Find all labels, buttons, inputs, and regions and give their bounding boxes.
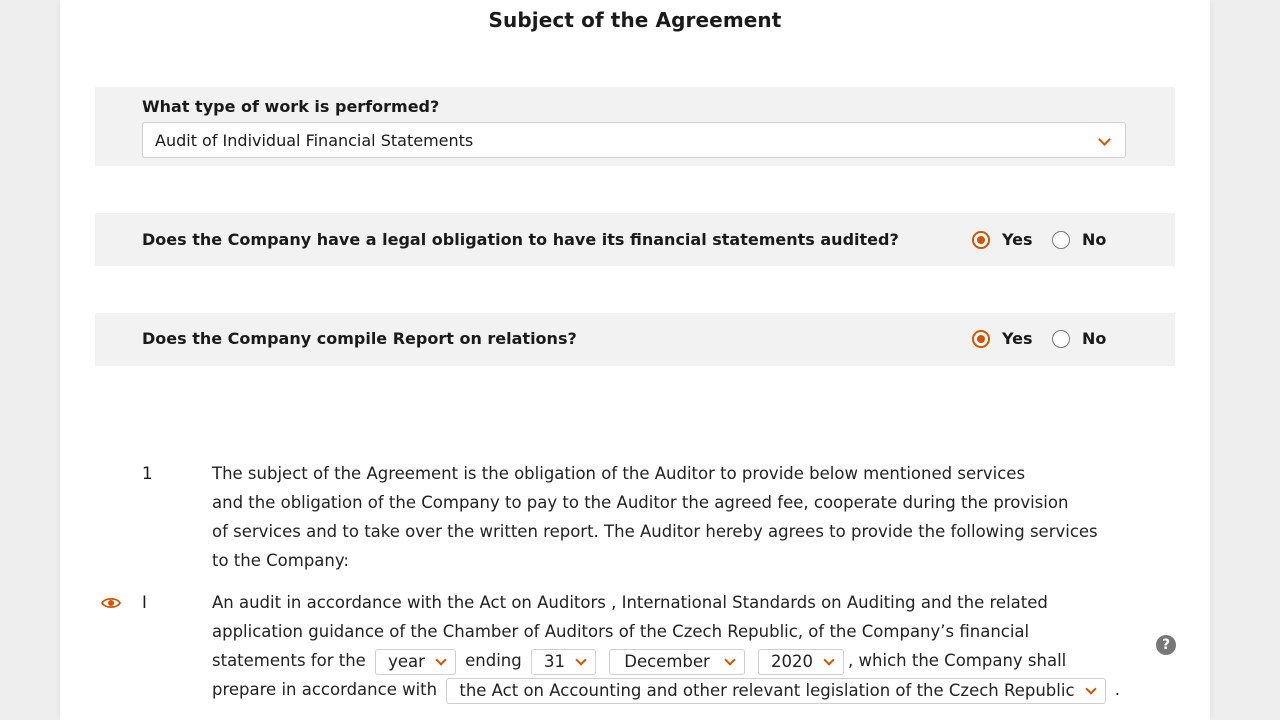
clause-1-line: to the Company:: [212, 551, 349, 570]
report-relations-yes-radio[interactable]: [972, 330, 990, 348]
month-value: December: [624, 651, 710, 671]
work-type-label: What type of work is performed?: [142, 97, 440, 116]
legal-obligation-no-radio[interactable]: [1052, 231, 1070, 249]
company-shall-text: , which the Company shall: [848, 651, 1067, 670]
clause-number: I: [142, 593, 147, 612]
legal-obligation-panel: Does the Company have a legal obligation…: [95, 213, 1175, 266]
clause-i-line: statements for the year ending 31 Decemb…: [212, 646, 1132, 675]
report-relations-no-label[interactable]: No: [1082, 329, 1106, 348]
legal-obligation-yes-radio[interactable]: [972, 231, 990, 249]
prepare-in-accordance-text: prepare in accordance with: [212, 680, 438, 699]
clause-i-line: An audit in accordance with the Act on A…: [212, 593, 1048, 612]
clause-i-line: application guidance of the Chamber of A…: [212, 622, 1030, 641]
chevron-down-icon: [724, 653, 736, 666]
help-icon[interactable]: ?: [1156, 635, 1176, 655]
chevron-down-icon: [1098, 133, 1111, 146]
day-value: 31: [543, 651, 565, 671]
year-select[interactable]: 2020: [758, 648, 845, 675]
legal-obligation-yes-label[interactable]: Yes: [1002, 230, 1033, 249]
clause-1-line: of services and to take over the written…: [212, 522, 1098, 541]
report-relations-panel: Does the Company compile Report on relat…: [95, 313, 1175, 366]
agreement-page: Subject of the Agreement What type of wo…: [60, 0, 1210, 720]
work-type-value: Audit of Individual Financial Statements: [155, 131, 474, 150]
clause-i-line: prepare in accordance with the Act on Ac…: [212, 675, 1132, 704]
chevron-down-icon: [575, 653, 587, 666]
chevron-down-icon: [823, 653, 835, 666]
legislation-select[interactable]: the Act on Accounting and other relevant…: [446, 677, 1106, 704]
report-relations-no-radio[interactable]: [1052, 330, 1070, 348]
clause-1-line: and the obligation of the Company to pay…: [212, 493, 1069, 512]
day-select[interactable]: 31: [530, 648, 596, 675]
eye-icon[interactable]: [101, 596, 121, 610]
year-value: 2020: [771, 651, 814, 671]
ending-text: ending: [465, 651, 522, 670]
report-relations-yes-label[interactable]: Yes: [1002, 329, 1033, 348]
statements-for-text: statements for the: [212, 651, 366, 670]
legal-obligation-no-label[interactable]: No: [1082, 230, 1106, 249]
section-title: Subject of the Agreement: [488, 8, 782, 32]
work-type-panel: What type of work is performed? Audit of…: [95, 87, 1175, 166]
chevron-down-icon: [435, 653, 447, 666]
chevron-down-icon: [1084, 682, 1097, 695]
month-select[interactable]: December: [609, 648, 745, 675]
legislation-value: the Act on Accounting and other relevant…: [459, 680, 1075, 700]
clause-1-text: The subject of the Agreement is the obli…: [212, 459, 1112, 575]
period-value: year: [388, 651, 425, 671]
report-relations-question: Does the Company compile Report on relat…: [142, 329, 577, 348]
work-type-select[interactable]: Audit of Individual Financial Statements: [142, 122, 1126, 158]
period-select[interactable]: year: [375, 648, 456, 675]
legal-obligation-question: Does the Company have a legal obligation…: [142, 230, 899, 249]
clause-number: 1: [142, 464, 153, 483]
period-punctuation: .: [1114, 680, 1121, 699]
clause-1-line: The subject of the Agreement is the obli…: [212, 464, 1026, 483]
clause-i-text: An audit in accordance with the Act on A…: [212, 588, 1132, 704]
